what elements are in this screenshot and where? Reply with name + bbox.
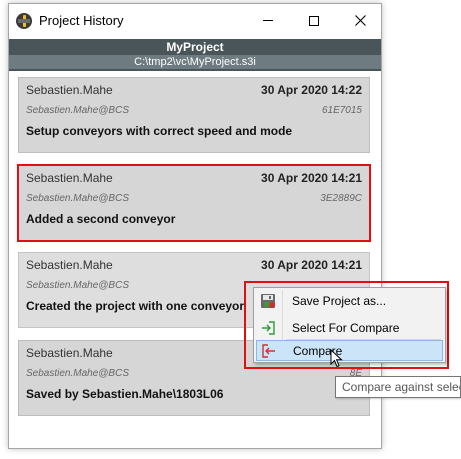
compare-tooltip: Compare against select [335,376,461,398]
entry-author: Sebastien.Mahe [26,258,113,272]
project-path: C:\tmp2\vc\MyProject.s3i [9,55,381,69]
entry-user: Sebastien.Mahe@BCS [26,280,129,291]
app-icon [16,13,32,29]
select-compare-icon [262,321,275,335]
close-button[interactable] [337,4,383,37]
entry-author: Sebastien.Mahe [26,346,113,360]
entry-author: Sebastien.Mahe [26,83,113,97]
entry-user: Sebastien.Mahe@BCS [26,105,129,116]
entry-date: 30 Apr 2020 14:21 [261,258,362,272]
entry-message: Created the project with one conveyor [26,299,245,313]
maximize-button[interactable] [291,4,337,37]
menu-item-select-for-compare[interactable]: Select For Compare [256,317,443,339]
maximize-icon [309,15,319,26]
context-menu: Save Project as... Select For Compare Co… [253,287,446,363]
history-entry[interactable]: Sebastien.Mahe 30 Apr 2020 14:22 Sebasti… [18,77,370,153]
menu-item-compare[interactable]: Compare [256,340,443,361]
entry-user: Sebastien.Mahe@BCS [26,368,129,379]
project-history-window: Project History MyProject C:\tmp2\vc\MyP… [8,3,382,449]
entry-user: Sebastien.Mahe@BCS [26,193,129,204]
compare-icon [262,344,275,358]
menu-item-label: Select For Compare [292,321,400,335]
project-header: MyProject C:\tmp2\vc\MyProject.s3i [9,39,381,71]
minimize-icon [263,20,273,21]
entry-message: Saved by Sebastien.Mahe\1803L06 [26,387,224,401]
mouse-cursor-icon [330,349,343,368]
window-title: Project History [39,13,124,28]
entry-author: Sebastien.Mahe [26,171,113,185]
entry-hash: 3E2889C [320,193,362,204]
entry-message: Added a second conveyor [26,212,176,226]
history-entry-selected[interactable]: Sebastien.Mahe 30 Apr 2020 14:21 Sebasti… [17,164,371,242]
entry-date: 30 Apr 2020 14:21 [261,171,362,185]
project-name: MyProject [166,40,224,54]
title-bar[interactable]: Project History [9,4,381,37]
entry-message: Setup conveyors with correct speed and m… [26,124,293,138]
entry-date: 30 Apr 2020 14:22 [261,83,362,97]
menu-item-label: Save Project as... [292,294,387,308]
save-icon [261,294,275,308]
minimize-button[interactable] [245,4,291,37]
entry-hash: 61E7015 [321,105,362,116]
close-icon [354,15,366,26]
menu-item-save-project-as[interactable]: Save Project as... [256,290,443,312]
